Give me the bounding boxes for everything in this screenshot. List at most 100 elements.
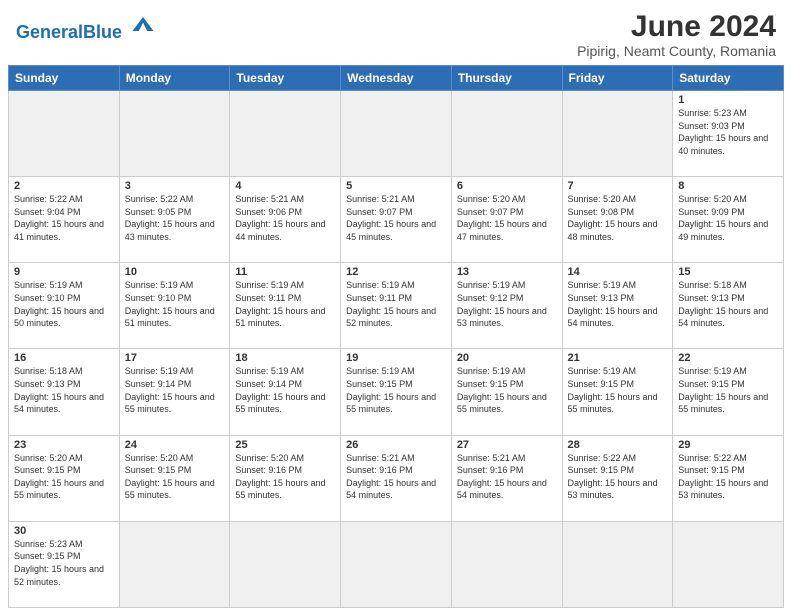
day-cell: 7Sunrise: 5:20 AMSunset: 9:08 PMDaylight… [562,177,673,263]
day-cell: 6Sunrise: 5:20 AMSunset: 9:07 PMDaylight… [451,177,562,263]
page: GeneralBlue June 2024 Pipirig, Neamt Cou… [0,0,792,612]
day-cell: 11Sunrise: 5:19 AMSunset: 9:11 PMDayligh… [230,263,341,349]
day-info: Sunrise: 5:22 AMSunset: 9:15 PMDaylight:… [678,452,778,502]
week-row-6: 30Sunrise: 5:23 AMSunset: 9:15 PMDayligh… [9,521,784,607]
day-number: 19 [346,352,446,364]
day-number: 4 [235,180,335,192]
day-cell: 9Sunrise: 5:19 AMSunset: 9:10 PMDaylight… [9,263,120,349]
day-number: 3 [125,180,225,192]
day-info: Sunrise: 5:19 AMSunset: 9:13 PMDaylight:… [568,279,668,329]
day-info: Sunrise: 5:21 AMSunset: 9:16 PMDaylight:… [457,452,557,502]
col-header-wednesday: Wednesday [341,66,452,91]
week-row-3: 9Sunrise: 5:19 AMSunset: 9:10 PMDaylight… [9,263,784,349]
day-cell: 30Sunrise: 5:23 AMSunset: 9:15 PMDayligh… [9,521,120,607]
week-row-2: 2Sunrise: 5:22 AMSunset: 9:04 PMDaylight… [9,177,784,263]
calendar-wrapper: SundayMondayTuesdayWednesdayThursdayFrid… [0,65,792,612]
header: GeneralBlue June 2024 Pipirig, Neamt Cou… [0,0,792,65]
day-number: 28 [568,439,668,451]
col-header-tuesday: Tuesday [230,66,341,91]
day-cell: 28Sunrise: 5:22 AMSunset: 9:15 PMDayligh… [562,435,673,521]
col-header-saturday: Saturday [673,66,784,91]
day-cell: 25Sunrise: 5:20 AMSunset: 9:16 PMDayligh… [230,435,341,521]
day-number: 15 [678,266,778,278]
day-cell: 15Sunrise: 5:18 AMSunset: 9:13 PMDayligh… [673,263,784,349]
day-cell: 4Sunrise: 5:21 AMSunset: 9:06 PMDaylight… [230,177,341,263]
day-number: 18 [235,352,335,364]
day-info: Sunrise: 5:21 AMSunset: 9:06 PMDaylight:… [235,193,335,243]
day-info: Sunrise: 5:20 AMSunset: 9:15 PMDaylight:… [14,452,114,502]
day-cell [451,91,562,177]
day-cell [9,91,120,177]
day-cell: 5Sunrise: 5:21 AMSunset: 9:07 PMDaylight… [341,177,452,263]
day-cell: 16Sunrise: 5:18 AMSunset: 9:13 PMDayligh… [9,349,120,435]
day-cell: 20Sunrise: 5:19 AMSunset: 9:15 PMDayligh… [451,349,562,435]
day-info: Sunrise: 5:19 AMSunset: 9:15 PMDaylight:… [346,365,446,415]
logo-blue: Blue [83,22,122,42]
day-info: Sunrise: 5:20 AMSunset: 9:08 PMDaylight:… [568,193,668,243]
col-header-friday: Friday [562,66,673,91]
day-cell: 24Sunrise: 5:20 AMSunset: 9:15 PMDayligh… [119,435,230,521]
day-number: 5 [346,180,446,192]
day-cell: 27Sunrise: 5:21 AMSunset: 9:16 PMDayligh… [451,435,562,521]
day-info: Sunrise: 5:19 AMSunset: 9:11 PMDaylight:… [346,279,446,329]
day-number: 17 [125,352,225,364]
day-cell: 14Sunrise: 5:19 AMSunset: 9:13 PMDayligh… [562,263,673,349]
day-info: Sunrise: 5:22 AMSunset: 9:04 PMDaylight:… [14,193,114,243]
day-info: Sunrise: 5:23 AMSunset: 9:15 PMDaylight:… [14,538,114,588]
day-number: 11 [235,266,335,278]
day-cell: 26Sunrise: 5:21 AMSunset: 9:16 PMDayligh… [341,435,452,521]
day-number: 26 [346,439,446,451]
day-cell [119,91,230,177]
logo-icon [129,10,157,38]
day-cell: 3Sunrise: 5:22 AMSunset: 9:05 PMDaylight… [119,177,230,263]
day-info: Sunrise: 5:19 AMSunset: 9:10 PMDaylight:… [14,279,114,329]
day-info: Sunrise: 5:21 AMSunset: 9:16 PMDaylight:… [346,452,446,502]
day-number: 29 [678,439,778,451]
day-info: Sunrise: 5:19 AMSunset: 9:14 PMDaylight:… [235,365,335,415]
day-number: 12 [346,266,446,278]
day-number: 6 [457,180,557,192]
day-number: 21 [568,352,668,364]
day-cell [119,521,230,607]
day-cell [562,91,673,177]
day-number: 7 [568,180,668,192]
day-number: 9 [14,266,114,278]
day-cell [562,521,673,607]
calendar-header-row: SundayMondayTuesdayWednesdayThursdayFrid… [9,66,784,91]
day-info: Sunrise: 5:18 AMSunset: 9:13 PMDaylight:… [678,279,778,329]
logo-text: GeneralBlue [16,10,157,43]
day-number: 2 [14,180,114,192]
calendar-title: June 2024 [577,10,776,43]
calendar-table: SundayMondayTuesdayWednesdayThursdayFrid… [8,65,784,608]
day-number: 22 [678,352,778,364]
col-header-monday: Monday [119,66,230,91]
day-number: 24 [125,439,225,451]
day-cell: 21Sunrise: 5:19 AMSunset: 9:15 PMDayligh… [562,349,673,435]
day-number: 20 [457,352,557,364]
day-cell: 29Sunrise: 5:22 AMSunset: 9:15 PMDayligh… [673,435,784,521]
day-info: Sunrise: 5:20 AMSunset: 9:15 PMDaylight:… [125,452,225,502]
day-info: Sunrise: 5:21 AMSunset: 9:07 PMDaylight:… [346,193,446,243]
calendar-subtitle: Pipirig, Neamt County, Romania [577,43,776,59]
day-number: 16 [14,352,114,364]
day-cell [341,91,452,177]
day-number: 25 [235,439,335,451]
day-info: Sunrise: 5:19 AMSunset: 9:10 PMDaylight:… [125,279,225,329]
day-info: Sunrise: 5:20 AMSunset: 9:07 PMDaylight:… [457,193,557,243]
col-header-sunday: Sunday [9,66,120,91]
day-cell: 12Sunrise: 5:19 AMSunset: 9:11 PMDayligh… [341,263,452,349]
day-cell [341,521,452,607]
day-info: Sunrise: 5:19 AMSunset: 9:14 PMDaylight:… [125,365,225,415]
day-cell: 22Sunrise: 5:19 AMSunset: 9:15 PMDayligh… [673,349,784,435]
week-row-4: 16Sunrise: 5:18 AMSunset: 9:13 PMDayligh… [9,349,784,435]
day-info: Sunrise: 5:20 AMSunset: 9:16 PMDaylight:… [235,452,335,502]
logo-general: General [16,22,83,42]
day-info: Sunrise: 5:20 AMSunset: 9:09 PMDaylight:… [678,193,778,243]
logo: GeneralBlue [16,10,157,43]
day-info: Sunrise: 5:22 AMSunset: 9:15 PMDaylight:… [568,452,668,502]
day-number: 1 [678,94,778,106]
day-number: 10 [125,266,225,278]
day-cell: 17Sunrise: 5:19 AMSunset: 9:14 PMDayligh… [119,349,230,435]
day-cell: 13Sunrise: 5:19 AMSunset: 9:12 PMDayligh… [451,263,562,349]
day-number: 14 [568,266,668,278]
